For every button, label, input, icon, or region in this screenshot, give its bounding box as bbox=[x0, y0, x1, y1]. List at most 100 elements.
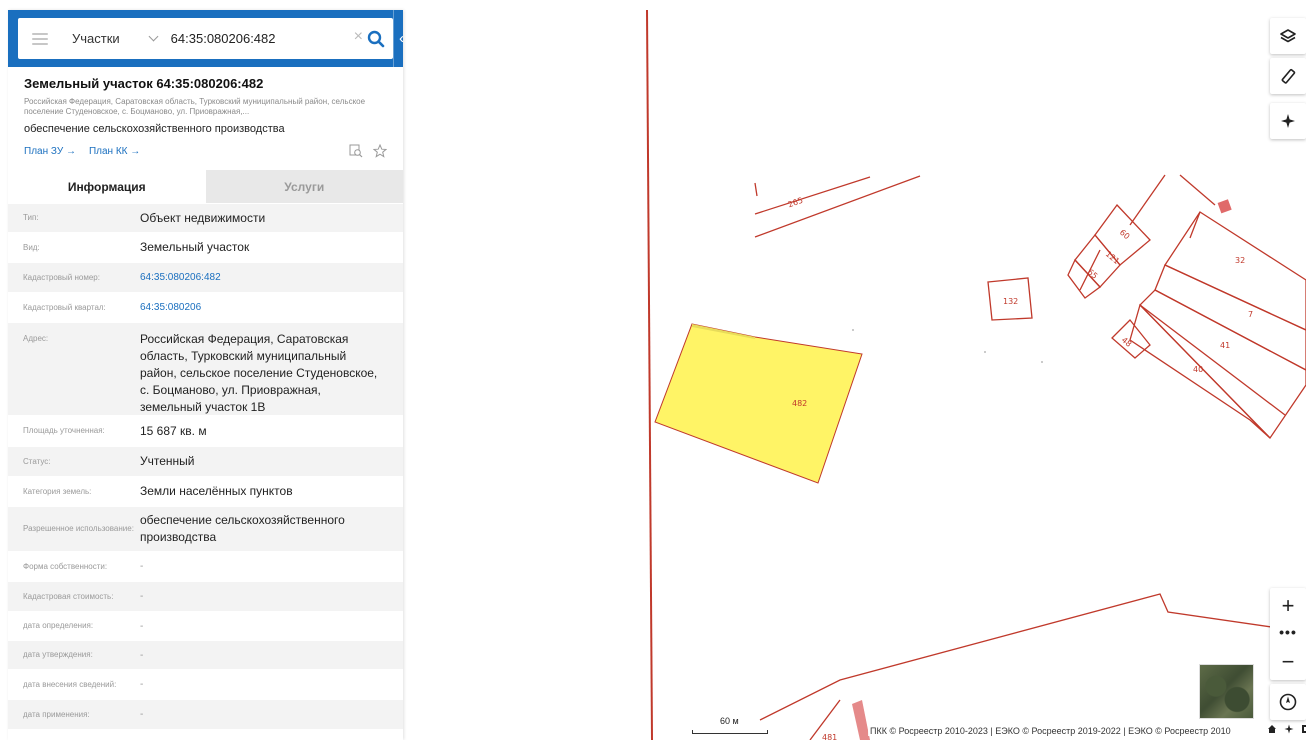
tab-information[interactable]: Информация bbox=[8, 170, 206, 203]
selected-parcel-482[interactable] bbox=[654, 323, 863, 484]
bottom-toolbar bbox=[1267, 724, 1306, 734]
info-value: - bbox=[140, 649, 144, 661]
info-row-area: Площадь уточненная: 15 687 кв. м bbox=[8, 415, 403, 446]
info-tabs: Информация Услуги bbox=[8, 170, 403, 203]
info-label: Вид: bbox=[23, 242, 40, 252]
info-table: Тип: Объект недвижимости Вид: Земельный … bbox=[8, 203, 403, 729]
layers-button[interactable] bbox=[1270, 18, 1306, 54]
plan-links: План ЗУ → План КК → bbox=[24, 144, 387, 158]
info-row-type: Тип: Объект недвижимости bbox=[8, 203, 403, 232]
tab-services[interactable]: Услуги bbox=[205, 170, 403, 203]
info-label: Кадастровый номер: bbox=[23, 272, 100, 282]
info-value: Российская Федерация, Саратовская област… bbox=[140, 332, 378, 414]
info-row-date-applied: дата применения: - bbox=[8, 699, 403, 729]
parcel-label: 265 bbox=[787, 196, 804, 210]
info-label: Кадастровый квартал: bbox=[23, 302, 106, 312]
parcel-7[interactable] bbox=[1154, 264, 1306, 371]
home-icon[interactable] bbox=[1267, 724, 1277, 734]
info-label: Категория земель: bbox=[23, 486, 92, 496]
search-icon[interactable] bbox=[365, 28, 387, 50]
info-row-kind: Вид: Земельный участок bbox=[8, 232, 403, 262]
measure-button[interactable] bbox=[1270, 58, 1306, 94]
layers-icon bbox=[1280, 29, 1296, 43]
parcel-32[interactable] bbox=[1164, 211, 1306, 331]
parcel-label: 65 bbox=[1086, 267, 1100, 280]
parcel-title: Земельный участок 64:35:080206:482 bbox=[24, 76, 264, 91]
info-value: Земли населённых пунктов bbox=[140, 484, 293, 498]
info-row-status: Статус: Учтенный bbox=[8, 446, 403, 476]
boundary-line-vertical bbox=[646, 9, 653, 740]
crosshair-icon bbox=[1281, 114, 1295, 128]
basemap-switcher[interactable] bbox=[1199, 664, 1254, 719]
info-row-address: Адрес: Российская Федерация, Саратовская… bbox=[8, 322, 403, 415]
menu-icon[interactable] bbox=[32, 32, 48, 45]
search-input[interactable] bbox=[170, 31, 336, 46]
map-dot bbox=[984, 351, 986, 353]
info-row-date-determined: дата определения: - bbox=[8, 611, 403, 640]
parcel-label: 32 bbox=[1235, 256, 1245, 265]
parcel-65[interactable] bbox=[1067, 258, 1101, 299]
zoom-out-button[interactable]: − bbox=[1270, 644, 1306, 680]
parcel-label: 40 bbox=[1193, 365, 1203, 374]
boundary-line bbox=[1129, 174, 1166, 226]
chevron-down-icon[interactable] bbox=[148, 31, 159, 42]
info-label: Тип: bbox=[23, 213, 39, 222]
info-label: дата определения: bbox=[23, 621, 94, 630]
boundary-line bbox=[754, 182, 758, 197]
clear-icon[interactable]: × bbox=[354, 29, 363, 45]
info-label: дата применения: bbox=[23, 709, 90, 719]
info-value: Земельный участок bbox=[140, 240, 250, 254]
boundary-line bbox=[754, 176, 871, 215]
map-attribution: ПКК © Росреестр 2010-2023 | ЕЭКО © Росре… bbox=[868, 726, 1233, 736]
info-row-ownership: Форма собственности: - bbox=[8, 551, 403, 581]
info-value: 15 687 кв. м bbox=[140, 423, 207, 438]
info-label: Кадастровая стоимость: bbox=[23, 591, 114, 601]
search-box: Участки × bbox=[18, 18, 393, 59]
parcel-label: 60 bbox=[1118, 228, 1132, 241]
card-actions bbox=[349, 144, 387, 158]
crosshair-icon[interactable] bbox=[1284, 724, 1294, 734]
plan-kk-link[interactable]: План КК → bbox=[89, 146, 140, 157]
app-root: 482 265 60 121 65 132 32 7 41 40 48 481 bbox=[0, 0, 1306, 740]
fullscreen-icon[interactable] bbox=[1301, 724, 1306, 734]
ruler-icon bbox=[1281, 68, 1296, 84]
zoom-in-button[interactable]: + bbox=[1270, 588, 1306, 624]
parcel-label: 132 bbox=[1003, 297, 1018, 306]
info-label: Разрешенное использование: bbox=[23, 524, 134, 533]
scale-label: 60 м bbox=[720, 716, 739, 726]
info-label: дата внесения сведений: bbox=[23, 679, 117, 689]
cadastral-number-link[interactable]: 64:35:080206:482 bbox=[140, 269, 403, 286]
zoom-to-object-icon[interactable] bbox=[349, 144, 363, 158]
star-icon[interactable] bbox=[373, 144, 387, 158]
locate-button[interactable] bbox=[1270, 103, 1306, 139]
info-label: Площадь уточненная: bbox=[23, 426, 105, 435]
info-value: - bbox=[140, 620, 144, 632]
map-dot bbox=[852, 329, 854, 331]
info-row-date-entered: дата внесения сведений: - bbox=[8, 669, 403, 699]
info-value: Учтенный bbox=[140, 454, 195, 468]
scale-bar: 60 м bbox=[692, 716, 768, 736]
info-row-permitted-use: Разрешенное использование: обеспечение с… bbox=[8, 506, 403, 551]
compass-icon bbox=[1279, 693, 1297, 711]
scale-line bbox=[692, 730, 768, 734]
info-value: - bbox=[140, 561, 144, 572]
collapse-panel-button[interactable]: ‹ bbox=[393, 10, 403, 67]
plan-zu-link[interactable]: План ЗУ → bbox=[24, 146, 76, 157]
zoom-controls: + ••• − bbox=[1270, 588, 1306, 680]
info-label: Адрес: bbox=[23, 334, 49, 343]
cadastral-quarter-link[interactable]: 64:35:080206 bbox=[140, 299, 403, 316]
search-bar: Участки × ‹ bbox=[8, 10, 403, 67]
object-info-panel: Участки × ‹ Земельный участок 64:35:0802… bbox=[8, 10, 403, 740]
map-dot bbox=[1041, 361, 1043, 363]
zoom-levels-button[interactable]: ••• bbox=[1270, 622, 1306, 642]
info-label: Статус: bbox=[23, 456, 51, 466]
compass-button[interactable] bbox=[1270, 684, 1306, 720]
parcel-label: 7 bbox=[1248, 310, 1253, 319]
info-label: дата утверждения: bbox=[23, 650, 93, 659]
parcel-label: 482 bbox=[792, 399, 807, 408]
parcel-label: 41 bbox=[1220, 341, 1230, 350]
parcel-address: Российская Федерация, Саратовская област… bbox=[24, 97, 366, 116]
object-card: Земельный участок 64:35:080206:482 Росси… bbox=[8, 67, 403, 158]
info-row-date-approved: дата утверждения: - bbox=[8, 640, 403, 669]
search-type-select[interactable]: Участки bbox=[72, 31, 120, 46]
